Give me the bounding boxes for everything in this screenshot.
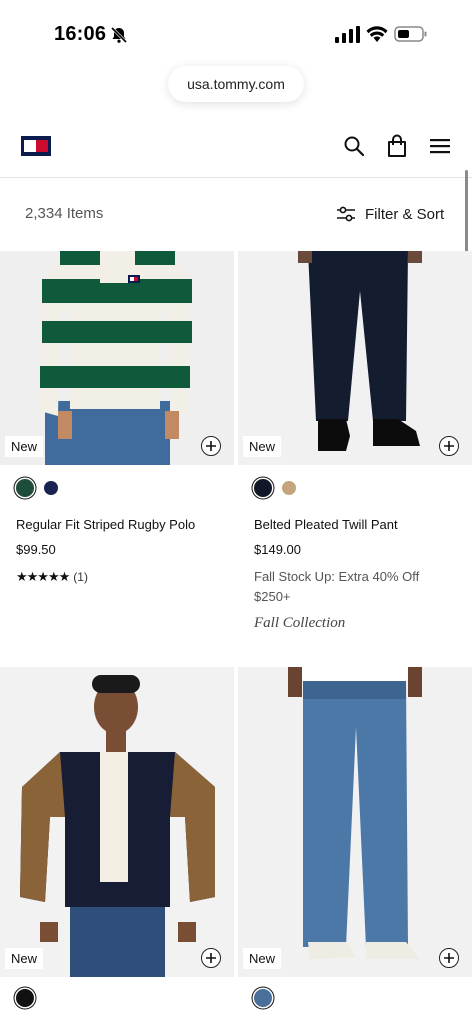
collection-label: Fall Collection xyxy=(254,615,346,631)
sliders-icon xyxy=(337,206,355,222)
url-bar[interactable]: usa.tommy.com xyxy=(168,66,304,102)
color-swatch[interactable] xyxy=(16,989,34,1007)
search-icon[interactable] xyxy=(343,135,365,157)
color-swatch[interactable] xyxy=(254,479,272,497)
new-badge: New xyxy=(243,436,282,457)
color-swatches xyxy=(238,465,472,503)
quick-add-button[interactable] xyxy=(439,948,459,968)
quick-add-button[interactable] xyxy=(201,948,221,968)
product-image[interactable]: New xyxy=(0,251,234,465)
product-title[interactable]: Regular Fit Striped Rugby Polo xyxy=(0,503,234,532)
color-swatches xyxy=(0,465,234,503)
color-swatch[interactable] xyxy=(254,989,272,1007)
battery-icon xyxy=(394,26,427,42)
product-rating: ★★★★★ (1) xyxy=(0,557,234,585)
results-toolbar: 2,334 Items Filter & Sort xyxy=(0,179,472,249)
product-price: $149.00 xyxy=(254,542,301,557)
plus-icon xyxy=(206,441,216,451)
bell-muted-icon xyxy=(110,26,128,44)
filter-sort-button[interactable]: Filter & Sort xyxy=(336,201,444,227)
filter-sort-label: Filter & Sort xyxy=(365,205,445,223)
color-swatch[interactable] xyxy=(44,481,58,495)
status-time: 16:06 xyxy=(54,23,107,45)
rugby-polo-photo xyxy=(0,251,234,465)
color-swatches xyxy=(0,977,234,1015)
product-card[interactable]: New xyxy=(238,667,472,1015)
url-text: usa.tommy.com xyxy=(187,76,285,92)
promo-text: Fall Stock Up: Extra 40% Off $250+ xyxy=(254,569,420,604)
product-image[interactable]: New xyxy=(0,667,234,977)
product-card[interactable]: New Belted Pleated Twill Pant $149.00 Fa… xyxy=(238,251,472,632)
new-badge: New xyxy=(5,436,44,457)
quick-add-button[interactable] xyxy=(439,436,459,456)
new-badge: New xyxy=(5,948,44,969)
quick-add-button[interactable] xyxy=(201,436,221,456)
wifi-icon xyxy=(366,26,388,42)
product-title[interactable]: Belted Pleated Twill Pant xyxy=(238,503,472,532)
hamburger-menu-icon[interactable] xyxy=(429,136,451,156)
star-rating-icon: ★★★★★ xyxy=(16,569,70,584)
cellular-signal-icon xyxy=(335,26,360,43)
plus-icon xyxy=(206,953,216,963)
new-badge: New xyxy=(243,948,282,969)
review-count: (1) xyxy=(73,570,88,584)
color-swatch[interactable] xyxy=(282,481,296,495)
plus-icon xyxy=(444,953,454,963)
product-card[interactable]: New Regular Fit Striped Rugby Polo $99.5… xyxy=(0,251,234,585)
product-card[interactable]: New xyxy=(0,667,234,1015)
product-image[interactable]: New xyxy=(238,251,472,465)
shopping-bag-icon[interactable] xyxy=(386,134,408,158)
item-count: 2,334 Items xyxy=(25,205,104,222)
twill-pant-photo xyxy=(238,251,472,465)
site-header xyxy=(0,118,472,178)
denim-jeans-photo xyxy=(238,667,472,977)
status-bar: 16:06 xyxy=(0,0,472,62)
color-swatches xyxy=(238,977,472,1015)
color-swatch[interactable] xyxy=(16,479,34,497)
product-price: $99.50 xyxy=(16,542,56,557)
plus-icon xyxy=(444,441,454,451)
product-image[interactable]: New xyxy=(238,667,472,977)
varsity-jacket-photo xyxy=(0,667,234,977)
tommy-logo-icon[interactable] xyxy=(21,136,51,156)
